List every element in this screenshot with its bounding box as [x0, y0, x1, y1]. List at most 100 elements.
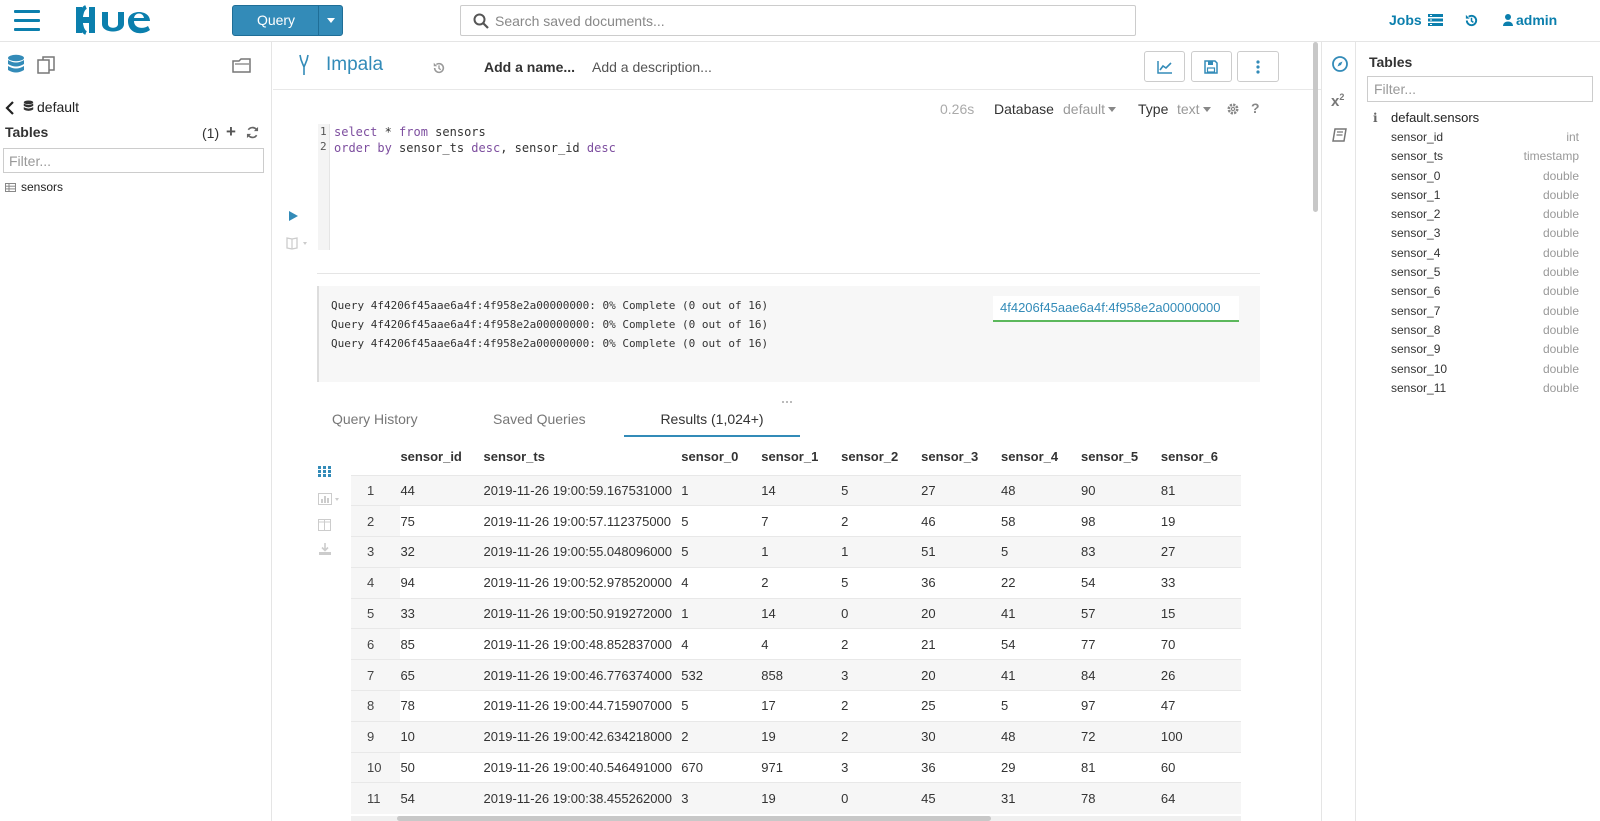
history-icon[interactable] [432, 61, 446, 75]
column-item[interactable]: sensor_4 double [1391, 243, 1579, 262]
query-dropdown-toggle[interactable] [318, 6, 342, 35]
gear-icon[interactable] [1226, 102, 1240, 116]
play-icon[interactable] [288, 210, 299, 222]
jobs-link[interactable]: Jobs [1389, 12, 1422, 28]
column-item[interactable]: sensor_3 double [1391, 223, 1579, 242]
history-icon[interactable] [1464, 13, 1479, 28]
database-icon[interactable] [7, 54, 25, 76]
table-row[interactable]: 3 32 2019-11-26 19:00:55.048096000 5 1 1 51 5 83… [351, 536, 1241, 568]
grid-view-icon[interactable] [318, 466, 331, 477]
add-table-icon[interactable]: + [226, 123, 236, 140]
column-item[interactable]: sensor_0 double [1391, 166, 1579, 185]
column-header[interactable]: sensor_id [400, 439, 483, 475]
refresh-icon[interactable] [246, 126, 259, 139]
table-cell: 1 [681, 597, 762, 629]
column-item[interactable]: sensor_7 double [1391, 301, 1579, 320]
chart-view-icon[interactable] [318, 493, 344, 505]
query-name-field[interactable]: Add a name... [484, 59, 575, 75]
column-item[interactable]: sensor_11 double [1391, 378, 1579, 397]
columns-icon[interactable] [318, 519, 331, 531]
table-cell: 2019-11-26 19:00:57.112375000 [483, 505, 682, 537]
column-header[interactable]: sensor_2 [841, 439, 921, 475]
table-row[interactable]: 4 94 2019-11-26 19:00:52.978520000 4 2 5 36 22 5… [351, 566, 1241, 599]
more-actions-button[interactable] [1237, 51, 1279, 82]
column-header[interactable]: sensor_ts [484, 439, 682, 475]
table-icon [5, 183, 16, 192]
table-cell: 2019-11-26 19:00:38.455262000 [483, 782, 682, 814]
download-icon[interactable] [319, 543, 331, 555]
query-progress-link[interactable]: 4f4206f45aae6a4f:4f958e2a00000000 [993, 296, 1239, 322]
column-item[interactable]: sensor_2 double [1391, 204, 1579, 223]
editor-resize-handle[interactable] [782, 280, 796, 293]
table-cell: 60 [1160, 751, 1241, 783]
tab-results[interactable]: Results (1,024+) [624, 401, 800, 437]
column-type: double [1542, 284, 1579, 299]
scrollbar-thumb[interactable] [397, 816, 991, 821]
right-assist-toolbar: x2 [1322, 42, 1356, 821]
snippet-options-icon[interactable] [286, 236, 314, 250]
table-row[interactable]: 10 50 2019-11-26 19:00:40.546491000 670 971 3… [351, 751, 1241, 783]
table-row[interactable]: 5 33 2019-11-26 19:00:50.919272000 1 14 0 20 41… [351, 597, 1241, 629]
search-input[interactable] [495, 6, 1115, 35]
table-cell: 50 [400, 751, 484, 783]
query-description-field[interactable]: Add a description... [592, 59, 712, 75]
table-row[interactable]: 7 65 2019-11-26 19:00:46.776374000 532 858 3 2… [351, 659, 1241, 691]
column-item[interactable]: sensor_9 double [1391, 339, 1579, 358]
column-header[interactable]: sensor_3 [921, 439, 1001, 475]
type-selector[interactable]: text [1177, 101, 1211, 117]
help-icon[interactable]: ? [1251, 100, 1260, 116]
database-selector[interactable]: default [1063, 101, 1117, 117]
sql-editor[interactable]: select * from sensors order by sensor_ts… [334, 125, 616, 156]
column-filter-input[interactable] [1367, 76, 1593, 102]
column-header[interactable]: sensor_4 [1001, 439, 1081, 475]
column-header[interactable]: sensor_1 [761, 439, 841, 475]
table-row[interactable]: 8 78 2019-11-26 19:00:44.715907000 5 17 2 25 5 9… [351, 690, 1241, 722]
book-icon[interactable] [1332, 128, 1347, 143]
save-button[interactable] [1191, 51, 1232, 82]
hue-logo[interactable] [72, 4, 168, 36]
results-grid[interactable]: sensor_id sensor_ts sensor_0 sensor_1 se… [351, 439, 1241, 821]
column-item[interactable]: sensor_ts timestamp [1391, 146, 1579, 165]
compass-icon[interactable] [1332, 56, 1348, 72]
column-item[interactable]: sensor_8 double [1391, 320, 1579, 339]
column-item[interactable]: sensor_5 double [1391, 262, 1579, 281]
info-icon[interactable]: i [1373, 111, 1385, 125]
scrollbar-thumb[interactable] [1313, 42, 1318, 212]
query-button[interactable]: Query [232, 5, 343, 36]
horizontal-scrollbar[interactable] [351, 816, 1241, 821]
documents-icon[interactable] [36, 56, 56, 74]
back-chevron-icon[interactable] [5, 100, 15, 116]
editor-engine-title[interactable]: Impala [326, 54, 383, 76]
column-item[interactable]: sensor_10 double [1391, 359, 1579, 378]
chart-button[interactable] [1144, 51, 1185, 82]
global-search[interactable] [460, 5, 1136, 36]
vertical-scrollbar[interactable] [1311, 42, 1320, 821]
log-resize-handle[interactable] [782, 390, 796, 403]
hamburger-icon[interactable] [14, 10, 40, 32]
user-icon [1503, 14, 1513, 26]
table-row[interactable]: 9 10 2019-11-26 19:00:42.634218000 2 19 2 30 48… [351, 720, 1241, 753]
jobs-list-icon[interactable] [1428, 14, 1443, 26]
column-item[interactable]: sensor_id int [1391, 127, 1579, 146]
function-icon[interactable]: x2 [1331, 92, 1344, 110]
table-row[interactable]: 6 85 2019-11-26 19:00:48.852837000 4 4 2 21 54 7… [351, 628, 1241, 660]
column-item[interactable]: sensor_6 double [1391, 281, 1579, 300]
query-id-link[interactable]: 4f4206f45aae6a4f:4f958e2a00000000 [1000, 300, 1221, 315]
folder-icon[interactable] [232, 56, 252, 74]
user-menu[interactable]: admin [1503, 12, 1557, 28]
current-database[interactable]: default [23, 99, 79, 115]
database-selector-value: default [1063, 101, 1106, 117]
column-item[interactable]: sensor_1 double [1391, 185, 1579, 204]
table-row[interactable]: 11 54 2019-11-26 19:00:38.455262000 3 19 0 45 3… [351, 782, 1241, 814]
table-row[interactable]: 2 75 2019-11-26 19:00:57.112375000 5 7 2 46 58 9… [351, 505, 1241, 537]
table-item-sensors[interactable]: sensors [5, 180, 63, 194]
column-header[interactable]: sensor_6 [1161, 439, 1241, 475]
column-header[interactable]: sensor_5 [1081, 439, 1161, 475]
column-header[interactable]: sensor_0 [681, 439, 761, 475]
table-filter-input[interactable] [3, 148, 264, 173]
tab-saved-queries[interactable]: Saved Queries [493, 401, 586, 437]
table-row[interactable]: 1 44 2019-11-26 19:00:59.167531000 1 14 5 27 48… [351, 474, 1241, 506]
row-number: 11 [351, 782, 401, 814]
tab-query-history[interactable]: Query History [332, 401, 418, 437]
table-entry[interactable]: i default.sensors [1373, 110, 1479, 125]
